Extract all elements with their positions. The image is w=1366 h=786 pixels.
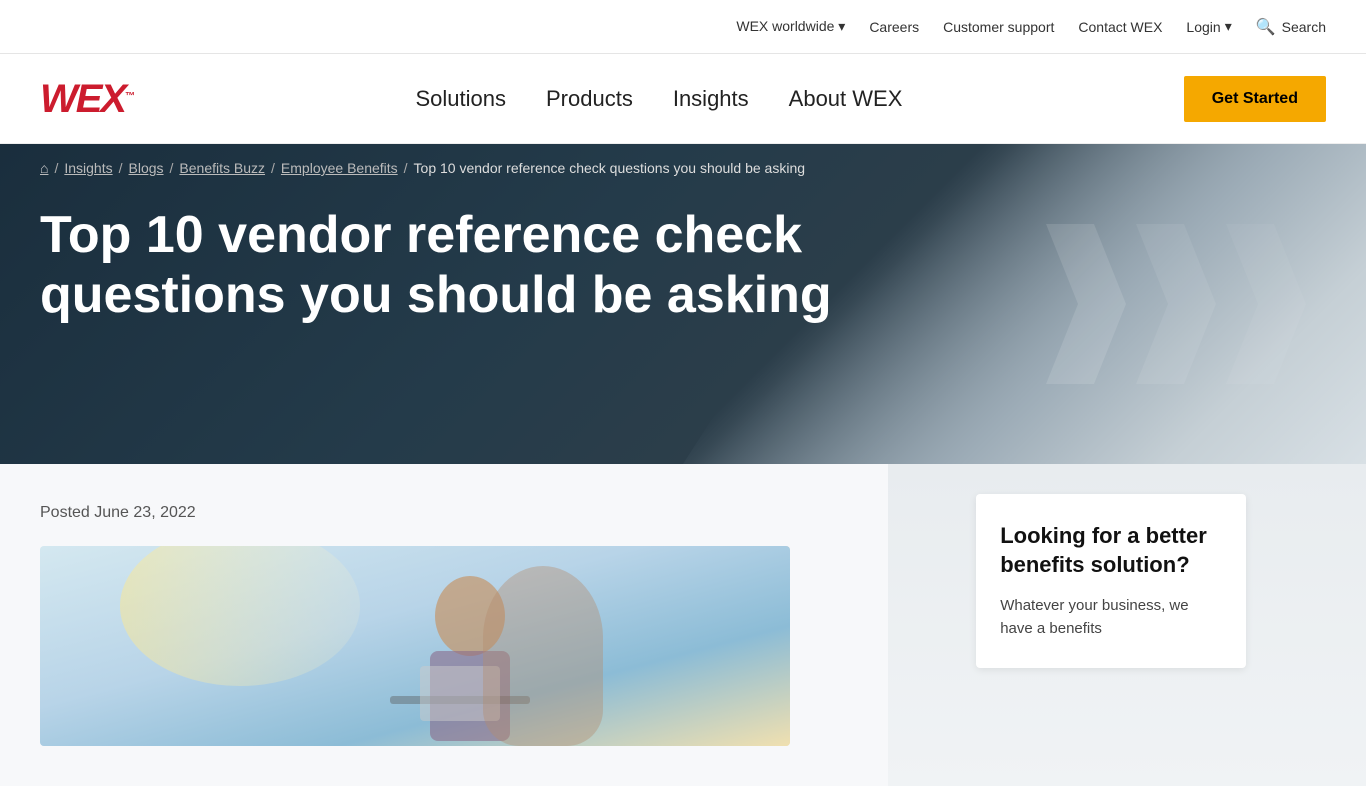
logo[interactable]: WEX™: [40, 79, 134, 119]
search-label: Search: [1282, 19, 1326, 35]
home-icon: ⌂: [40, 160, 48, 176]
breadcrumb-sep-3: /: [170, 160, 174, 176]
contact-wex-link[interactable]: Contact WEX: [1078, 19, 1162, 35]
article-image: [40, 546, 790, 746]
sidebar-card: Looking for a better benefits solution? …: [976, 494, 1246, 668]
breadcrumb-sep-1: /: [54, 160, 58, 176]
hero-content: Top 10 vendor reference check questions …: [0, 176, 888, 386]
breadcrumb-sep-4: /: [271, 160, 275, 176]
top-utility-bar: WEX worldwide ▾ Careers Customer support…: [0, 0, 1366, 54]
chevron-decoration-1: [1046, 224, 1126, 384]
breadcrumb-bar: ⌂ / Insights / Blogs / Benefits Buzz / E…: [0, 144, 1366, 176]
sidebar-card-text: Whatever your business, we have a benefi…: [1000, 595, 1222, 640]
chevron-decoration-3: [1226, 224, 1306, 384]
breadcrumb-benefits-buzz[interactable]: Benefits Buzz: [179, 160, 265, 176]
sidebar-card-title: Looking for a better benefits solution?: [1000, 522, 1222, 579]
breadcrumb-home[interactable]: ⌂: [40, 160, 48, 176]
hero-section: ⌂ / Insights / Blogs / Benefits Buzz / E…: [0, 144, 1366, 464]
get-started-button[interactable]: Get Started: [1184, 76, 1326, 122]
hero-chevrons: [1046, 224, 1306, 384]
nav-solutions[interactable]: Solutions: [415, 86, 506, 112]
article-image-svg: [40, 546, 790, 746]
chevron-down-icon: ▾: [1225, 18, 1232, 35]
search-icon: 🔍: [1256, 17, 1276, 37]
sidebar: Looking for a better benefits solution? …: [956, 464, 1276, 786]
main-nav: Solutions Products Insights About WEX: [415, 86, 902, 112]
breadcrumb-sep-5: /: [404, 160, 408, 176]
nav-about-wex[interactable]: About WEX: [789, 86, 903, 112]
login-link[interactable]: Login ▾: [1186, 18, 1231, 35]
breadcrumb-blogs[interactable]: Blogs: [129, 160, 164, 176]
content-section: Posted June 23, 2022: [0, 464, 1366, 786]
breadcrumb-employee-benefits[interactable]: Employee Benefits: [281, 160, 398, 176]
careers-link[interactable]: Careers: [869, 19, 919, 35]
logo-trademark: ™: [125, 91, 134, 102]
search-button[interactable]: 🔍 Search: [1256, 17, 1326, 37]
logo-text: WEX™: [40, 79, 134, 119]
posted-date: Posted June 23, 2022: [40, 504, 916, 522]
breadcrumb-current: Top 10 vendor reference check questions …: [414, 160, 805, 176]
chevron-decoration-2: [1136, 224, 1216, 384]
customer-support-link[interactable]: Customer support: [943, 19, 1054, 35]
breadcrumb-sep-2: /: [119, 160, 123, 176]
nav-insights[interactable]: Insights: [673, 86, 749, 112]
breadcrumb-insights[interactable]: Insights: [64, 160, 112, 176]
nav-products[interactable]: Products: [546, 86, 633, 112]
wex-worldwide-link[interactable]: WEX worldwide ▾: [736, 18, 845, 35]
chevron-down-icon: ▾: [838, 18, 845, 34]
main-content: Posted June 23, 2022: [0, 464, 956, 786]
breadcrumb: ⌂ / Insights / Blogs / Benefits Buzz / E…: [40, 160, 1326, 176]
hero-title: Top 10 vendor reference check questions …: [40, 206, 848, 326]
main-header: WEX™ Solutions Products Insights About W…: [0, 54, 1366, 144]
